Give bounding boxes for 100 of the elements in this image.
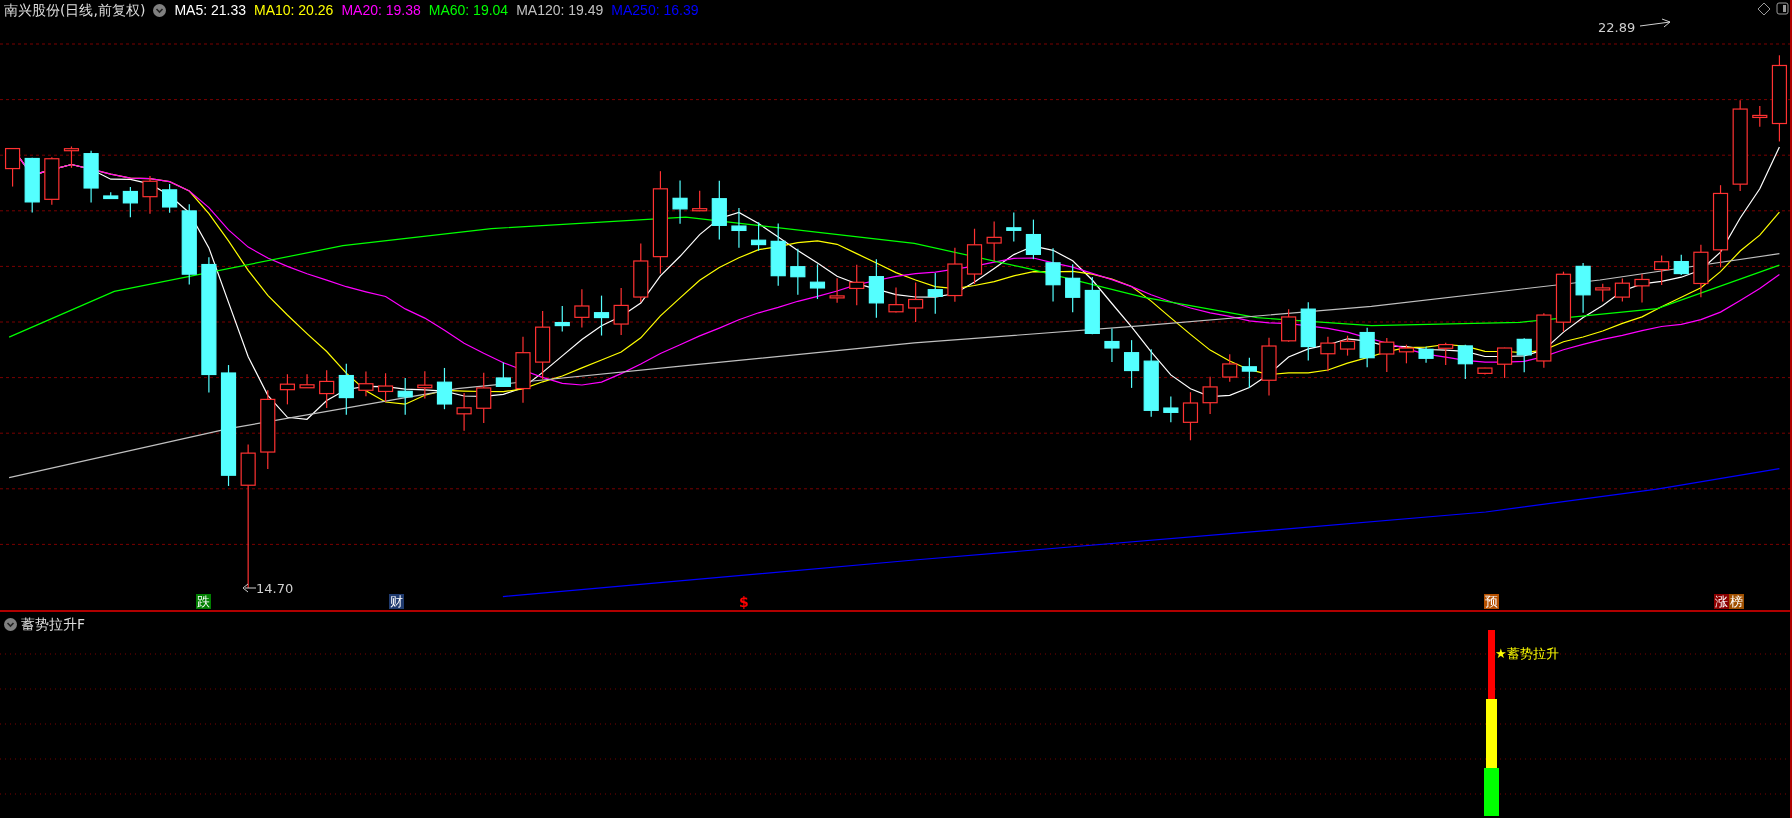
candlestick (1124, 339, 1140, 389)
candlestick (1595, 283, 1611, 303)
candlestick (1614, 277, 1630, 302)
candlestick (63, 145, 80, 169)
candlestick (377, 372, 394, 403)
candlestick (279, 373, 296, 405)
signal-label: ★蓄势拉升 (1495, 646, 1559, 661)
candlestick (24, 157, 40, 214)
moving-average-legend: MA120: 19.49 (516, 0, 604, 20)
collapse-icon[interactable] (4, 617, 17, 631)
candlestick (1222, 353, 1238, 383)
candlestick (1752, 105, 1768, 128)
event-marker: $ (739, 594, 749, 610)
candlestick (770, 222, 786, 287)
candlestick (1418, 346, 1434, 364)
candlestick (495, 361, 511, 388)
candlestick (927, 272, 943, 315)
candlestick (1359, 327, 1375, 368)
candlestick (338, 363, 354, 416)
moving-average-legend: MA60: 19.04 (428, 0, 509, 20)
candlestick (1634, 273, 1650, 304)
candlestick (1261, 337, 1277, 396)
candlestick (613, 287, 629, 336)
candlestick (672, 179, 688, 225)
price-label: 22.89 (1598, 20, 1636, 35)
candlestick (319, 369, 335, 409)
candlestick (4, 147, 21, 188)
candlestick (1143, 348, 1159, 418)
collapse-icon[interactable] (153, 3, 167, 17)
moving-average-legend: MA250: 16.39 (611, 0, 699, 20)
candlestick (1281, 308, 1297, 343)
event-marker: 涨 (1714, 594, 1729, 609)
candlestick (103, 191, 119, 200)
candlestick (436, 367, 453, 410)
candlestick (593, 295, 610, 337)
arrow-icon (1639, 18, 1671, 28)
candlestick (1202, 376, 1218, 415)
price-label: 14.70 (256, 581, 294, 596)
candlestick (1673, 254, 1689, 276)
candlestick (966, 228, 983, 285)
candlestick (554, 305, 570, 333)
diamond-icon[interactable] (1757, 2, 1771, 16)
candlestick (1398, 344, 1415, 364)
candlestick (535, 310, 551, 380)
candlestick (1025, 219, 1041, 260)
candlestick (1477, 367, 1493, 376)
candlestick (1457, 344, 1473, 380)
candlestick (456, 392, 472, 432)
candlestick (711, 180, 727, 241)
candlestick (809, 263, 826, 300)
candlestick (358, 370, 374, 397)
candlestick (1575, 262, 1591, 314)
candlestick (162, 183, 178, 214)
candlestick (1006, 211, 1022, 243)
candlestick (1654, 254, 1670, 286)
candlestick (1241, 357, 1257, 389)
panel-toggle-icon[interactable] (1776, 2, 1789, 15)
candlestick (1339, 335, 1356, 357)
candlestick (1084, 276, 1100, 335)
candlestick (1045, 247, 1061, 303)
candlestick (790, 248, 806, 296)
candlestick (476, 372, 492, 424)
candlestick (633, 242, 649, 303)
event-marker: 榜 (1729, 594, 1744, 609)
arrow-icon (242, 583, 257, 593)
candlestick (417, 370, 433, 400)
candlestick (751, 221, 767, 252)
candlestick (1163, 396, 1179, 423)
candlestick (692, 190, 708, 212)
candlestick (515, 336, 531, 404)
moving-average-legend: MA10: 20.26 (254, 0, 334, 20)
candlestick (947, 247, 963, 303)
candlestick (1379, 337, 1395, 373)
candlestick (142, 175, 158, 215)
candlestick (1300, 301, 1316, 362)
candlestick (888, 286, 904, 314)
moving-average-legend: MA20: 19.38 (341, 0, 421, 20)
candlestick (849, 264, 865, 306)
event-marker: 跌 (196, 594, 211, 609)
candlestick (397, 377, 413, 416)
candlestick (908, 281, 924, 323)
event-marker: 预 (1484, 594, 1499, 609)
candlestick (1555, 271, 1572, 333)
candlestick (829, 277, 845, 304)
candlestick (83, 150, 99, 204)
candlestick (1516, 337, 1532, 373)
moving-average-legend: MA5: 21.33 (174, 0, 246, 20)
candlestick (986, 221, 1002, 262)
candlestick (1438, 342, 1454, 366)
candlestick (1065, 263, 1081, 313)
indicator-title: 蓄势拉升F (21, 615, 86, 634)
candlestick (44, 156, 60, 206)
candlestick (1104, 327, 1120, 363)
candlestick (1497, 347, 1513, 379)
candlestick (868, 258, 884, 319)
candlestick (1536, 312, 1552, 369)
chart-title: 南兴股份(日线,前复权) (4, 1, 146, 20)
candlestick (574, 288, 590, 329)
candlestick (1182, 391, 1199, 441)
event-marker: 财 (389, 594, 404, 609)
